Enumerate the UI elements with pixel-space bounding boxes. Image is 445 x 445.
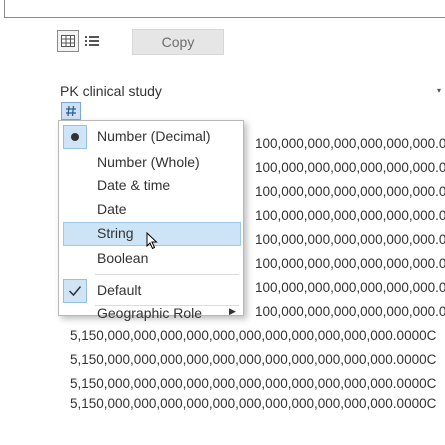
copy-button[interactable]: Copy	[132, 29, 224, 55]
field-type-icon[interactable]	[61, 102, 81, 120]
table-row: 5,150,000,000,000,000,000,000,000,000,00…	[70, 352, 437, 367]
checkmark-icon	[63, 279, 87, 303]
search-box[interactable]	[4, 0, 445, 18]
mouse-cursor-icon	[146, 231, 158, 255]
menu-item-number-whole[interactable]: Number (Whole)	[59, 151, 243, 175]
menu-item-geographic-role[interactable]: Geographic Role ▶	[59, 305, 243, 321]
table-row: 5,150,000,000,000,000,000,000,000,000,00…	[70, 328, 437, 343]
table-row: 5,150,000,000,000,000,000,000,000,000,00…	[70, 396, 437, 411]
data-type-menu: Number (Decimal) Number (Whole) Date & t…	[58, 120, 244, 321]
menu-item-number-decimal[interactable]: Number (Decimal)	[59, 125, 243, 149]
chevron-down-icon[interactable]: ▾	[437, 86, 441, 95]
submenu-arrow-icon: ▶	[229, 306, 236, 316]
menu-item-date-time[interactable]: Date & time	[59, 174, 243, 198]
selected-bullet-icon	[63, 125, 87, 149]
menu-item-date[interactable]: Date	[59, 198, 243, 222]
list-view-icon[interactable]	[81, 30, 103, 52]
data-source-title: PK clinical study	[60, 83, 162, 99]
grid-view-icon[interactable]	[57, 30, 79, 52]
menu-separator	[95, 274, 239, 275]
toolbar: Copy	[0, 26, 445, 56]
table-row: 5,150,000,000,000,000,000,000,000,000,00…	[70, 376, 437, 391]
data-pane: Copy PK clinical study ▾ 100,000,000,000…	[0, 0, 445, 445]
menu-item-default[interactable]: Default	[59, 279, 243, 303]
